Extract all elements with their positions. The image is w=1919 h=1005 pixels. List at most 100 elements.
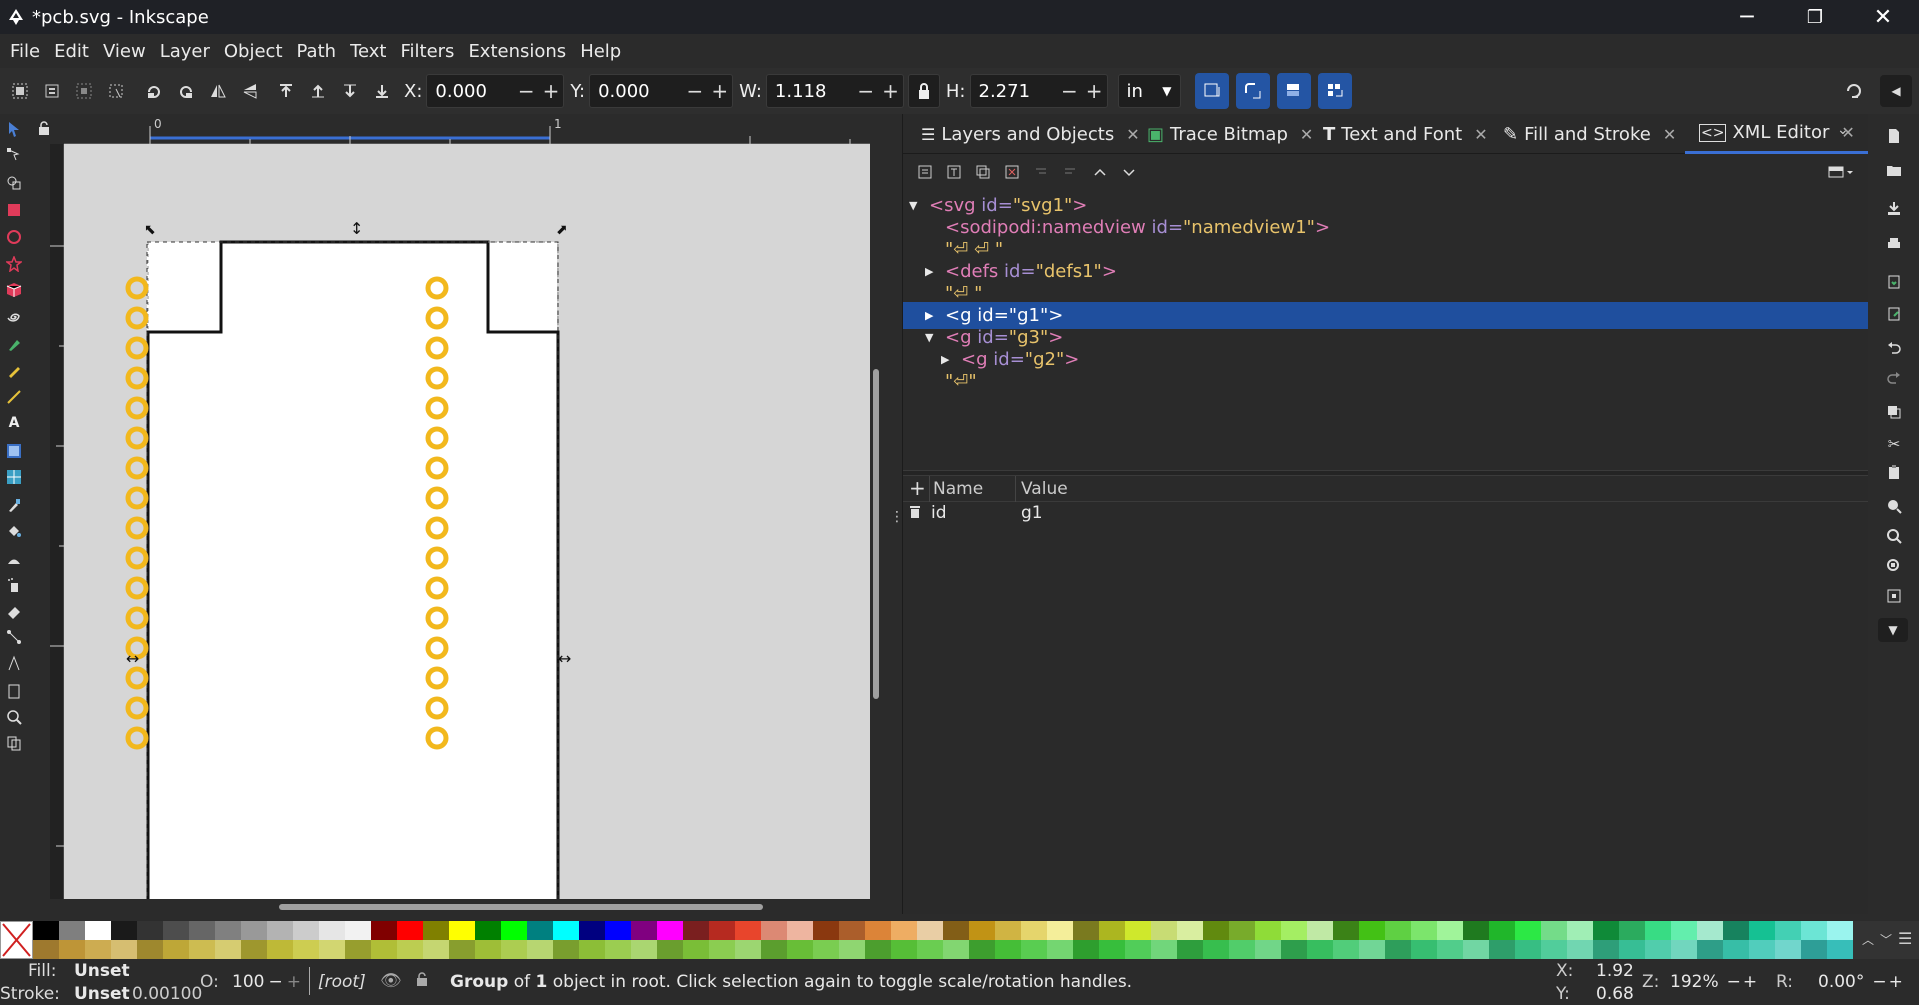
color-swatch[interactable] (1125, 940, 1151, 959)
new-element-node-icon[interactable] (909, 156, 941, 188)
color-swatch[interactable] (761, 940, 787, 959)
color-swatch[interactable] (1099, 921, 1125, 940)
color-swatch[interactable] (1229, 940, 1255, 959)
color-swatch[interactable] (1749, 921, 1775, 940)
color-swatch[interactable] (1437, 940, 1463, 959)
zoom-field[interactable]: 192% − + (1662, 965, 1768, 999)
color-swatch[interactable] (1281, 940, 1307, 959)
color-swatch[interactable] (111, 940, 137, 959)
color-swatch[interactable] (891, 940, 917, 959)
color-swatch[interactable] (345, 940, 371, 959)
color-swatch[interactable] (605, 921, 631, 940)
menu-object[interactable]: Object (218, 41, 291, 62)
color-swatch[interactable] (1827, 921, 1853, 940)
color-swatch[interactable] (1749, 940, 1775, 959)
color-swatch[interactable] (1801, 921, 1827, 940)
scale-corners-button[interactable] (1235, 73, 1270, 109)
trash-icon[interactable] (909, 504, 921, 523)
scale-gradient-button[interactable] (1276, 73, 1311, 109)
stroke-value[interactable]: Unset (74, 984, 130, 1004)
color-swatch[interactable] (579, 921, 605, 940)
text-tool-icon[interactable]: A (3, 412, 25, 434)
color-swatch[interactable] (1203, 921, 1229, 940)
color-swatch[interactable] (319, 921, 345, 940)
name-column-header[interactable]: Name (933, 479, 983, 499)
color-swatch[interactable] (761, 921, 787, 940)
color-swatch[interactable] (163, 940, 189, 959)
color-swatch[interactable] (215, 940, 241, 959)
color-swatch[interactable] (553, 921, 579, 940)
color-swatch[interactable] (995, 940, 1021, 959)
copy-icon[interactable] (1882, 400, 1906, 424)
minimize-button[interactable]: ─ (1713, 0, 1781, 34)
color-swatch[interactable] (813, 921, 839, 940)
color-swatch[interactable] (1411, 921, 1437, 940)
export-icon[interactable] (1882, 302, 1906, 326)
rotate-cw-icon[interactable] (170, 75, 202, 107)
color-swatch[interactable] (579, 940, 605, 959)
clone-tool-icon[interactable] (3, 732, 25, 754)
zoom-drawing-icon[interactable] (1882, 524, 1906, 548)
color-swatch[interactable] (137, 940, 163, 959)
color-swatch[interactable] (1593, 921, 1619, 940)
selector-tool-icon[interactable] (3, 118, 25, 140)
color-swatch[interactable] (787, 921, 813, 940)
color-swatch[interactable] (1541, 940, 1567, 959)
minus-icon[interactable]: − (1727, 972, 1741, 992)
import-icon[interactable] (1882, 270, 1906, 294)
color-swatch[interactable] (85, 940, 111, 959)
color-swatch[interactable] (1021, 921, 1047, 940)
rotation-field[interactable]: 0.00° − + (1798, 965, 1914, 999)
color-swatch[interactable] (709, 921, 735, 940)
tab-fill-stroke[interactable]: ✎ Fill and Stroke ✕ (1503, 114, 1676, 154)
color-swatch[interactable] (709, 940, 735, 959)
snap-toggle-icon[interactable] (1838, 75, 1870, 107)
color-swatch[interactable] (1151, 921, 1177, 940)
color-swatch[interactable] (1671, 940, 1697, 959)
ellipse-tool-icon[interactable] (3, 226, 25, 248)
undo-icon[interactable] (1882, 336, 1906, 360)
menu-extensions[interactable]: Extensions (462, 41, 574, 62)
connector-tool-icon[interactable] (3, 626, 25, 648)
drawing-canvas[interactable]: ⬉ ↕ ⬈ ↔ ↔ (64, 144, 870, 899)
color-swatch[interactable] (1489, 921, 1515, 940)
color-swatch[interactable] (33, 940, 59, 959)
color-swatch[interactable] (501, 940, 527, 959)
w-field[interactable]: 1.118 − + (765, 74, 904, 108)
color-swatch[interactable] (1827, 940, 1853, 959)
color-swatch[interactable] (59, 921, 85, 940)
minus-icon[interactable]: − (268, 972, 282, 992)
color-swatch[interactable] (631, 921, 657, 940)
color-swatch[interactable] (527, 940, 553, 959)
color-swatch[interactable] (631, 940, 657, 959)
color-swatch[interactable] (1775, 921, 1801, 940)
plus-icon[interactable]: + (1743, 972, 1757, 992)
no-paint-swatch[interactable] (0, 921, 33, 959)
color-swatch[interactable] (1047, 921, 1073, 940)
tweak-tool-icon[interactable] (3, 548, 25, 570)
minus-icon[interactable]: − (514, 79, 539, 103)
color-swatch[interactable] (449, 921, 475, 940)
plus-icon[interactable]: + (539, 79, 564, 103)
mesh-tool-icon[interactable] (3, 466, 25, 488)
save-icon[interactable] (1882, 196, 1906, 220)
tab-layers-objects[interactable]: ☰ Layers and Objects ✕ (921, 114, 1140, 154)
color-swatch[interactable] (1697, 940, 1723, 959)
color-swatch[interactable] (735, 940, 761, 959)
color-swatch[interactable] (553, 940, 579, 959)
delete-node-icon[interactable] (996, 156, 1028, 188)
color-swatch[interactable] (1281, 921, 1307, 940)
color-swatch[interactable] (371, 940, 397, 959)
tab-trace-bitmap[interactable]: ▣ Trace Bitmap ✕ (1147, 114, 1313, 154)
color-swatch[interactable] (293, 921, 319, 940)
expand-arrow-icon[interactable]: ▶ (941, 353, 949, 366)
color-swatch[interactable] (189, 921, 215, 940)
node-tool-icon[interactable] (3, 144, 25, 166)
color-swatch[interactable] (1515, 940, 1541, 959)
h-field[interactable]: 2.271 − + (969, 74, 1108, 108)
color-swatch[interactable] (1229, 921, 1255, 940)
paint-bucket-tool-icon[interactable] (3, 520, 25, 542)
close-tab-icon[interactable]: ✕ (1663, 125, 1676, 144)
color-swatch[interactable] (683, 940, 709, 959)
color-swatch[interactable] (85, 921, 111, 940)
